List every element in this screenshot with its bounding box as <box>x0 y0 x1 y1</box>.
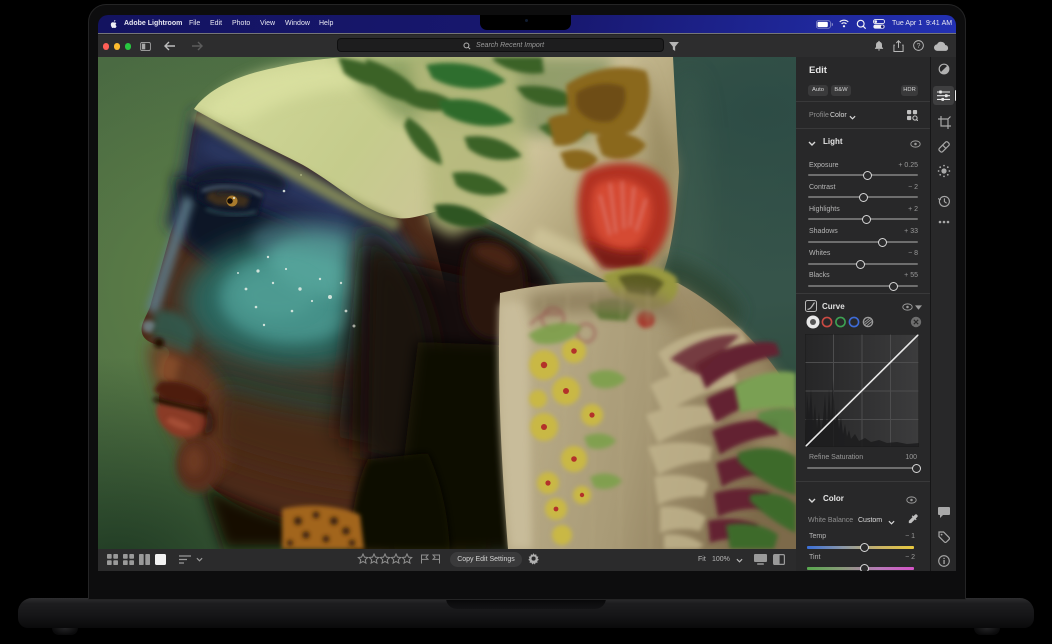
svg-text:?: ? <box>917 43 921 50</box>
